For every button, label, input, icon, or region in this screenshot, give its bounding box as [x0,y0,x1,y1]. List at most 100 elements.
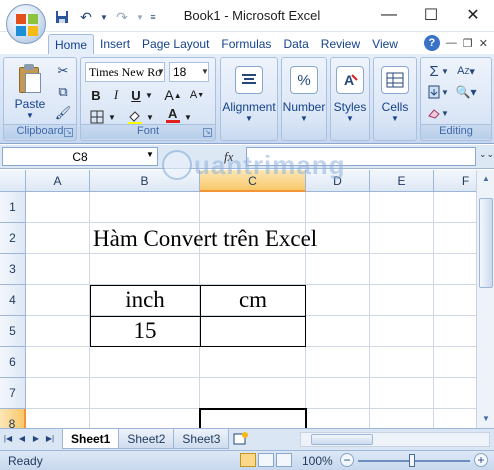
next-sheet-icon[interactable]: ▶ [30,432,42,446]
zoom-slider-thumb[interactable] [409,454,415,467]
normal-view-icon[interactable] [240,453,256,467]
paste-button[interactable]: Paste ▼ [8,61,52,121]
active-cell-c8[interactable] [199,408,307,428]
sheet-tab-sheet2[interactable]: Sheet2 [118,429,175,449]
ribbon-restore-icon[interactable]: ❐ [463,37,473,50]
close-icon[interactable]: ✕ [452,0,494,30]
chevron-down-icon[interactable]: ▼ [441,62,449,80]
clipboard-launcher-icon[interactable]: ↘ [64,128,73,137]
select-all-corner[interactable] [0,170,26,192]
column-header-d[interactable]: D [306,170,370,192]
row-header-7[interactable]: 7 [0,378,26,409]
tab-review[interactable]: Review [315,34,366,54]
row-header-3[interactable]: 3 [0,254,26,285]
copy-icon[interactable]: ⧉ [54,83,72,101]
table-border [90,316,306,317]
row-header-5[interactable]: 5 [0,316,26,347]
styles-group-button[interactable]: A Styles ▼ [330,57,370,141]
cell-b4[interactable]: inch [90,287,200,313]
chevron-down-icon[interactable]: ▼ [201,67,209,76]
column-header-b[interactable]: B [90,170,200,192]
cut-icon[interactable]: ✂ [54,62,72,80]
zoom-in-icon[interactable]: + [474,453,488,467]
column-header-c[interactable]: C [200,170,306,192]
decrease-font-size-icon[interactable]: A ▼ [187,85,207,105]
column-header-a[interactable]: A [26,170,90,192]
gridline [369,192,370,428]
row-header-2[interactable]: 2 [0,223,26,254]
styles-icon: A [336,66,364,94]
number-group-button[interactable]: % Number ▼ [281,57,327,141]
minimize-icon[interactable]: — [368,0,410,30]
scroll-up-icon[interactable]: ▲ [479,172,493,186]
chevron-down-icon[interactable]: ▼ [441,104,449,122]
chevron-down-icon[interactable]: ▼ [441,83,449,101]
chevron-down-icon[interactable]: ▼ [146,150,154,159]
format-painter-icon[interactable]: 🖌 [54,104,72,122]
vertical-scroll-thumb[interactable] [479,198,493,288]
formula-input[interactable] [246,147,476,166]
bold-icon[interactable]: B [87,85,105,105]
cells-icon [381,66,409,94]
name-box[interactable]: C8 [2,147,158,166]
ribbon-minimize-icon[interactable]: — [446,37,457,49]
ribbon-tab-strip: Home Insert Page Layout Formulas Data Re… [0,32,494,54]
tab-insert[interactable]: Insert [94,34,136,54]
tab-formulas[interactable]: Formulas [215,34,277,54]
tab-data[interactable]: Data [277,34,314,54]
font-launcher-icon[interactable]: ↘ [203,128,212,137]
chevron-down-icon: ▼ [300,114,308,123]
cell-b2[interactable]: Hàm Convert trên Excel [93,226,317,252]
chevron-down-icon: ▼ [391,114,399,123]
sheet-tab-sheet3[interactable]: Sheet3 [173,429,230,449]
ribbon-close-icon[interactable]: ✕ [479,37,488,50]
alignment-group-button[interactable]: Alignment ▼ [220,57,278,141]
paste-label: Paste [14,97,46,111]
expand-formula-bar-icon[interactable]: ⌄⌄ [479,149,494,163]
tab-page-layout[interactable]: Page Layout [136,34,215,54]
editing-group-label: Editing [421,124,491,139]
prev-sheet-icon[interactable]: ◀ [16,432,28,446]
vertical-scrollbar[interactable]: ▲ ▼ [476,170,494,428]
sheet-navigation: |◀ ◀ ▶ ▶| [2,432,56,446]
horizontal-scroll-thumb[interactable] [311,434,373,445]
tab-view[interactable]: View [366,34,404,54]
row-header-4[interactable]: 4 [0,285,26,316]
increase-font-size-icon[interactable]: A ▲ [163,85,183,105]
row-header-8[interactable]: 8 [0,409,26,428]
cell-b5[interactable]: 15 [90,318,200,344]
help-icon[interactable]: ? [423,35,440,51]
tab-home[interactable]: Home [48,34,95,54]
row-header-1[interactable]: 1 [0,192,26,223]
underline-icon[interactable]: U [127,85,145,105]
zoom-out-icon[interactable]: − [340,453,354,467]
font-group: Times New Ro ▼ 18 ▼ B I U ▼ A ▲ A ▼ ▼ ▼ A … [80,57,216,141]
insert-function-icon[interactable]: fx [224,149,233,165]
office-button[interactable] [6,4,46,44]
page-layout-view-icon[interactable] [258,453,274,467]
font-name-combo[interactable]: Times New Ro [85,62,165,82]
chevron-down-icon[interactable]: ▼ [157,67,165,76]
insert-sheet-icon[interactable] [228,429,254,449]
first-sheet-icon[interactable]: |◀ [2,432,14,446]
page-break-preview-icon[interactable] [276,453,292,467]
sheet-tab-sheet1[interactable]: Sheet1 [62,429,120,449]
find-select-icon[interactable]: 🔍▾ [453,83,479,101]
sort-filter-icon[interactable]: A Z ▾ [453,62,479,80]
font-color-icon[interactable]: A [163,105,183,125]
column-header-f[interactable]: F [434,170,476,192]
zoom-level[interactable]: 100% [302,454,333,468]
column-header-e[interactable]: E [370,170,434,192]
worksheet-grid[interactable]: A B C D E F 1 2 3 4 5 6 7 8 Hàm Convert … [0,170,476,428]
chevron-down-icon[interactable]: ▼ [145,85,153,105]
horizontal-scrollbar[interactable] [300,432,490,447]
status-bar: Ready 100% − + [0,450,494,470]
cells-group-button[interactable]: Cells ▼ [373,57,417,141]
last-sheet-icon[interactable]: ▶| [44,432,56,446]
row-header-6[interactable]: 6 [0,347,26,378]
scroll-down-icon[interactable]: ▼ [479,412,493,426]
view-buttons [240,453,292,467]
maximize-icon[interactable]: ☐ [410,0,452,30]
italic-icon[interactable]: I [107,85,125,105]
cell-c4[interactable]: cm [200,287,306,313]
